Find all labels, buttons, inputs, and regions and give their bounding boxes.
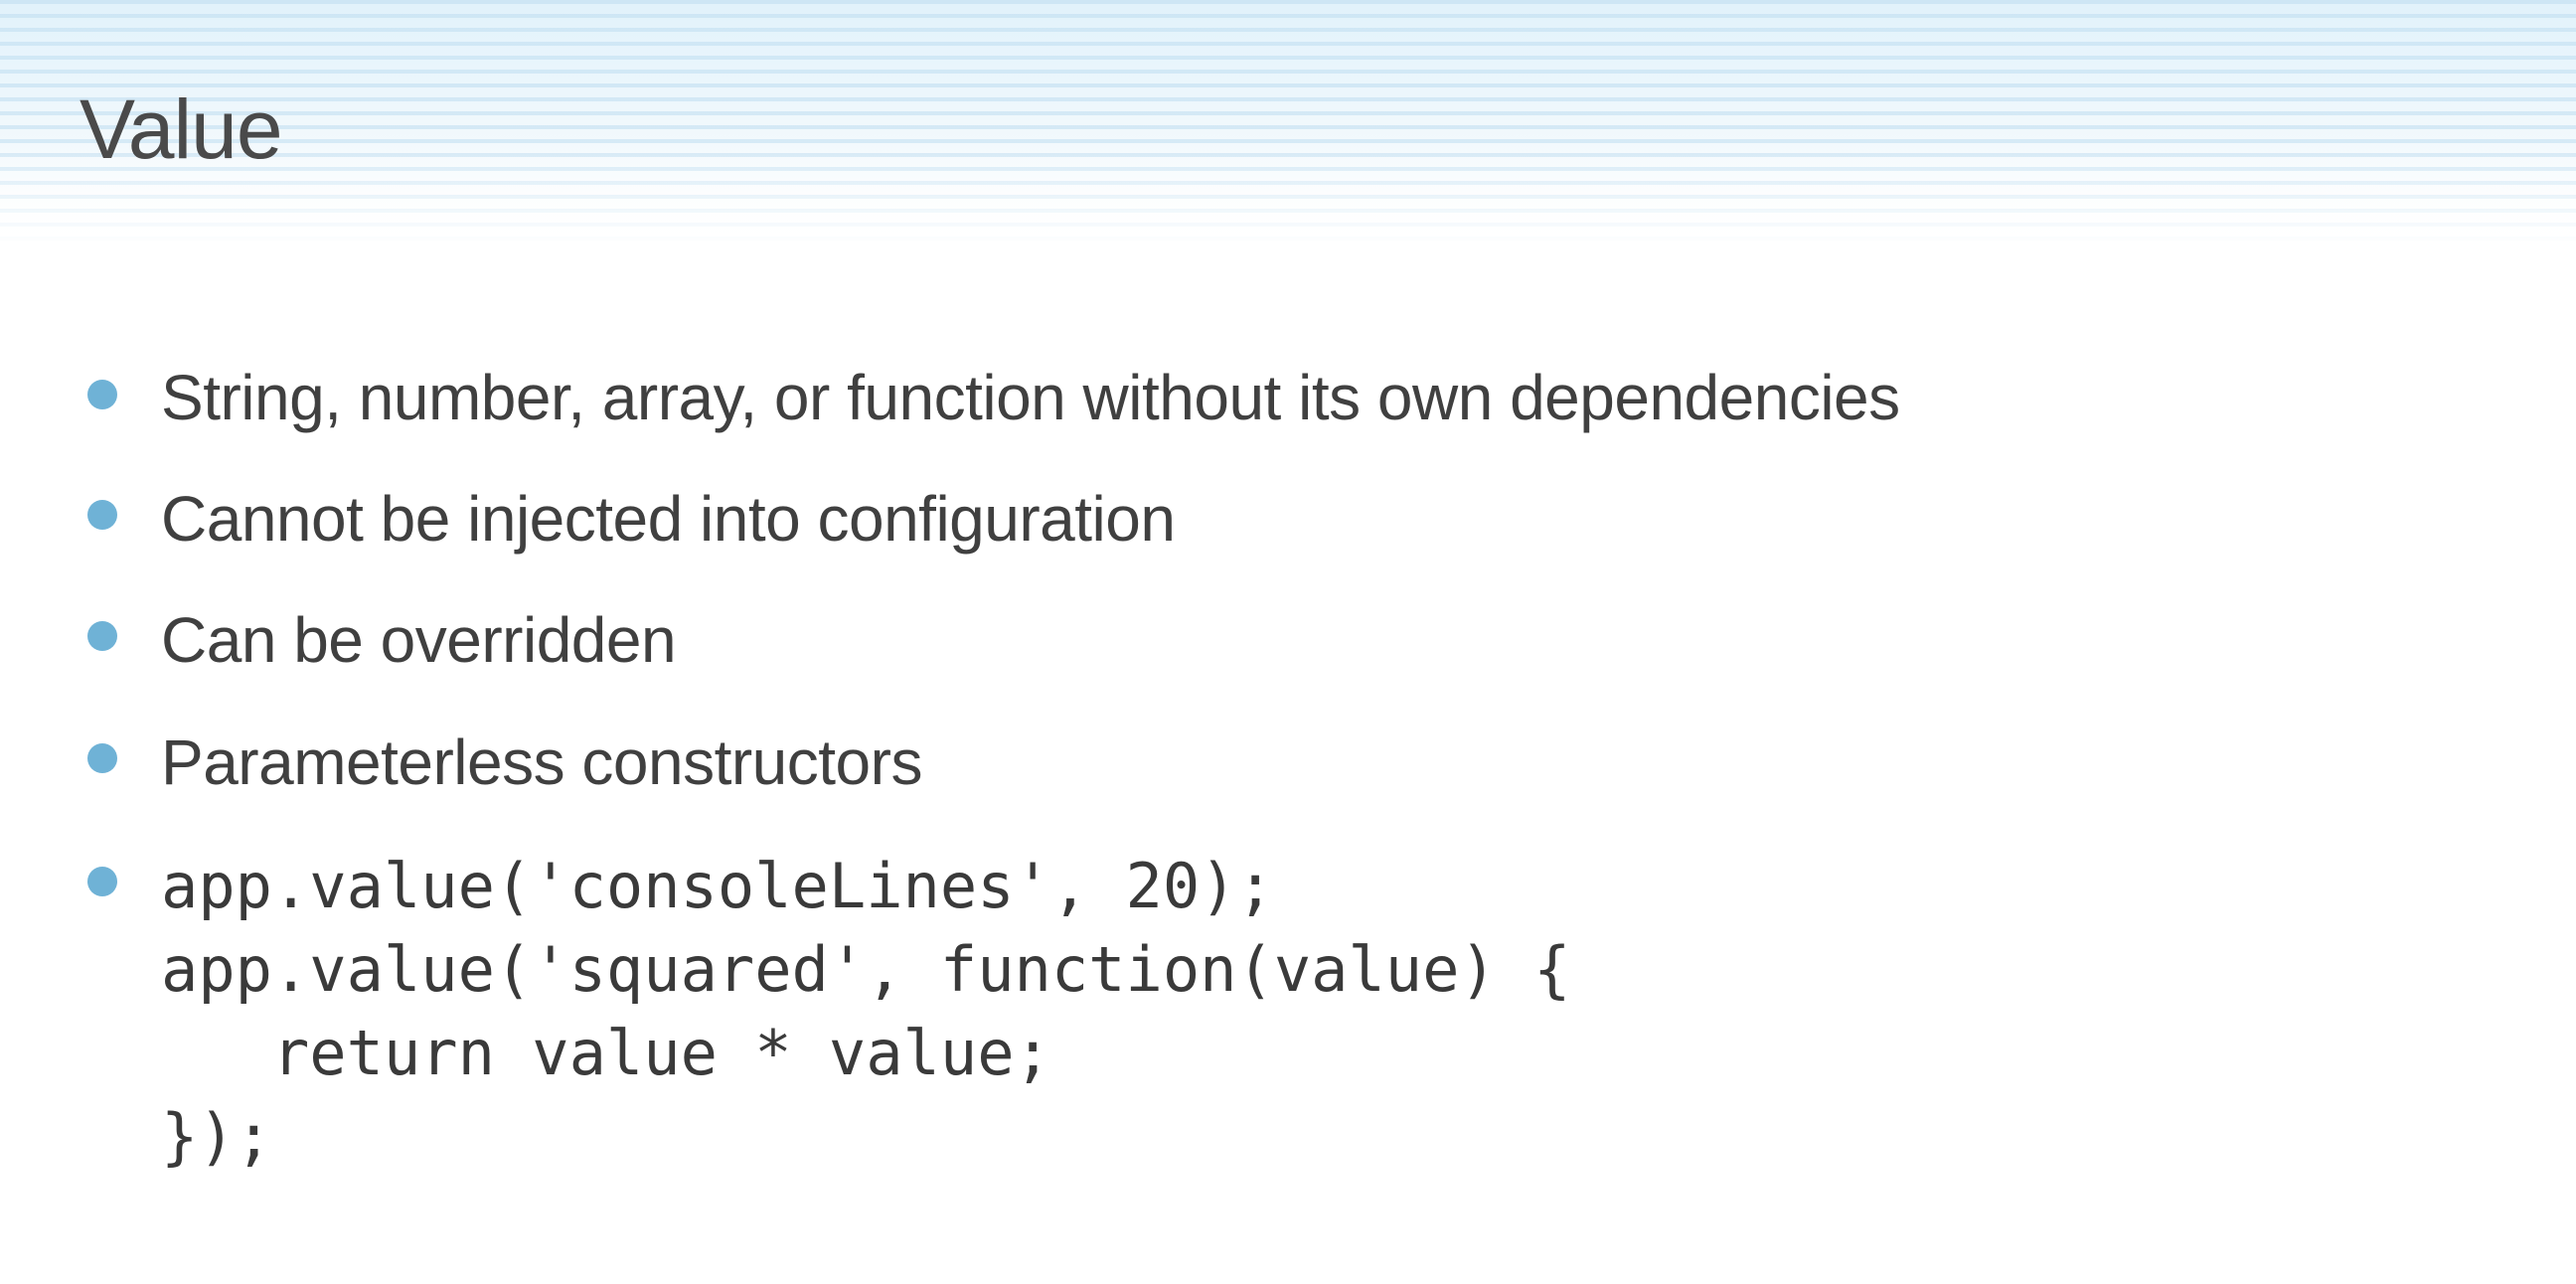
bullet-text: Parameterless constructors <box>161 726 922 798</box>
bullet-dot <box>87 867 117 896</box>
code-line: }); <box>161 1100 272 1173</box>
bullet-text: Can be overridden <box>161 604 677 676</box>
bullet-dot <box>87 500 117 530</box>
code-line: app.value('squared', function(value) { <box>161 933 1571 1006</box>
bullet-text: String, number, array, or function witho… <box>161 362 1900 433</box>
code-line: return value * value; <box>161 1017 1051 1089</box>
code-block: app.value('consoleLines', 20); app.value… <box>161 845 1570 1179</box>
bullet-text: Cannot be injected into configuration <box>161 483 1176 555</box>
bullet-dot <box>87 743 117 773</box>
code-line: app.value('consoleLines', 20); <box>161 850 1274 922</box>
bullet-list: String, number, array, or function witho… <box>0 0 2576 1284</box>
bullet-dot <box>87 621 117 651</box>
bullet-dot <box>87 380 117 409</box>
